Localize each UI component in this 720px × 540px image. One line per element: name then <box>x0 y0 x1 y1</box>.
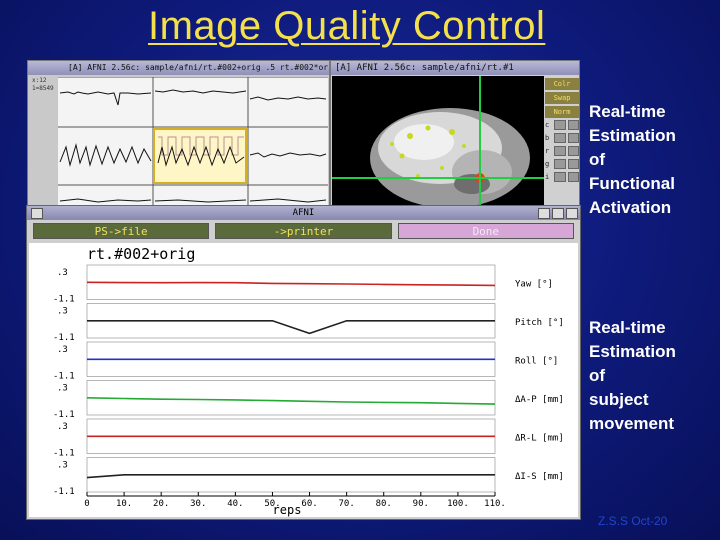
control-i[interactable]: i <box>545 172 579 182</box>
x-tick-label: 80. <box>376 499 392 509</box>
y-tick-top: .3 <box>57 307 68 317</box>
x-tick-label: 70. <box>339 499 355 509</box>
y-tick-top: .3 <box>57 384 68 394</box>
control-b-label: b <box>545 134 550 142</box>
image-side-controls: Colr Swap Norm c b r g i <box>545 78 579 185</box>
side-text-line: of <box>589 150 606 169</box>
ps-to-file-button[interactable]: PS->file <box>33 223 210 239</box>
arrow-down-icon[interactable] <box>554 133 566 143</box>
side-text-line: subject <box>589 390 649 409</box>
control-c-label: c <box>545 121 550 129</box>
motion-plot-area: rt.#002+orig .3 -1.1 Yaw [°] .3 -1.1 Pitch [°… <box>29 243 578 517</box>
y-tick-top: .3 <box>57 268 68 278</box>
control-r-label: r <box>545 147 550 155</box>
side-text-movement: Real-time Estimation of subject movement <box>589 316 676 436</box>
side-text-line: of <box>589 366 606 385</box>
graph-labels: x:12 1=8549 <box>32 77 54 93</box>
side-text-line: Real-time <box>589 102 666 121</box>
series-label: ΔR-L [mm] <box>515 433 564 443</box>
control-g-label: g <box>545 160 550 168</box>
x-tick-label: 60. <box>301 499 317 509</box>
slide-title: Image Quality Control <box>148 4 546 48</box>
motion-plot: rt.#002+orig .3 -1.1 Yaw [°] .3 -1.1 Pitch [°… <box>53 245 564 517</box>
y-tick-bottom: -1.1 <box>53 333 75 343</box>
plot-dataset-label: rt.#002+orig <box>87 245 195 263</box>
arrow-down-icon[interactable] <box>554 146 566 156</box>
graph-label-0: x:12 <box>32 77 47 84</box>
y-tick-bottom: -1.1 <box>53 372 75 382</box>
motion-series-line <box>86 474 495 479</box>
afni-window-title: AFNI <box>292 208 315 218</box>
series-label: ΔI-S [mm] <box>515 472 564 482</box>
image-window-titlebar[interactable]: [A] AFNI 2.56c: sample/afni/rt.#1 <box>331 61 579 75</box>
series-label: Yaw [°] <box>515 279 553 289</box>
close-icon[interactable] <box>566 208 578 219</box>
y-tick-top: .3 <box>57 461 68 471</box>
y-tick-top: .3 <box>57 345 68 355</box>
arrow-up-icon[interactable] <box>567 172 579 182</box>
norm-button[interactable]: Norm <box>545 106 579 118</box>
graph-window: [A] AFNI 2.56c: sample/afni/rt.#002+orig… <box>27 60 330 210</box>
x-tick-label: 40. <box>227 499 243 509</box>
minimize-icon[interactable] <box>538 208 550 219</box>
colr-button[interactable]: Colr <box>545 78 579 90</box>
x-tick-label: 30. <box>190 499 206 509</box>
voxel-timeseries-grid[interactable] <box>58 77 328 210</box>
brain-image-viewer[interactable] <box>332 76 544 215</box>
afni-button-row: PS->file ->printer Done <box>33 223 574 239</box>
side-text-line: Functional <box>589 174 675 193</box>
arrow-up-icon[interactable] <box>567 133 579 143</box>
side-text-line: Estimation <box>589 342 676 361</box>
control-c[interactable]: c <box>545 120 579 130</box>
x-tick-label: 110. <box>484 499 506 509</box>
arrow-up-icon[interactable] <box>567 159 579 169</box>
side-text-line: Estimation <box>589 126 676 145</box>
y-tick-top: .3 <box>57 422 68 432</box>
control-g[interactable]: g <box>545 159 579 169</box>
sagittal-brain-image[interactable] <box>332 76 544 215</box>
to-printer-button[interactable]: ->printer <box>215 223 392 239</box>
control-i-label: i <box>545 173 550 181</box>
side-text-functional: Real-time Estimation of Functional Activ… <box>589 100 676 220</box>
arrow-down-icon[interactable] <box>554 172 566 182</box>
y-tick-bottom: -1.1 <box>53 410 75 420</box>
graph-window-titlebar[interactable]: [A] AFNI 2.56c: sample/afni/rt.#002+orig… <box>28 61 329 75</box>
afni-titlebar[interactable]: AFNI <box>27 206 580 220</box>
series-label: Pitch [°] <box>515 318 564 328</box>
motion-series-line <box>86 397 496 405</box>
maximize-icon[interactable] <box>552 208 564 219</box>
plot-panel-frame <box>86 380 496 416</box>
afni-plot-window: AFNI PS->file ->printer Done rt.#002+ori… <box>26 205 581 520</box>
side-text-line: movement <box>589 414 675 433</box>
arrow-down-icon[interactable] <box>554 120 566 130</box>
control-b[interactable]: b <box>545 133 579 143</box>
y-tick-bottom: -1.1 <box>53 449 75 459</box>
x-tick-label: 10. <box>116 499 132 509</box>
y-tick-bottom: -1.1 <box>53 487 75 497</box>
arrow-down-icon[interactable] <box>554 159 566 169</box>
control-r[interactable]: r <box>545 146 579 156</box>
arrow-up-icon[interactable] <box>567 120 579 130</box>
x-tick-label: 100. <box>447 499 469 509</box>
swap-button[interactable]: Swap <box>545 92 579 104</box>
y-tick-bottom: -1.1 <box>53 295 75 305</box>
side-text-line: Activation <box>589 198 672 217</box>
side-text-line: Real-time <box>589 318 666 337</box>
motion-series-line <box>86 281 496 287</box>
x-tick-label: 0 <box>84 499 89 509</box>
x-tick-label: 20. <box>153 499 169 509</box>
motion-series-line <box>87 320 495 335</box>
x-tick-label: 90. <box>413 499 429 509</box>
x-axis-label: reps <box>273 503 302 517</box>
done-button[interactable]: Done <box>397 223 574 239</box>
series-label: ΔA-P [mm] <box>515 395 564 405</box>
graph-label-1: 1=8549 <box>32 85 54 92</box>
image-window: [A] AFNI 2.56c: sample/afni/rt.#1 Colr S… <box>330 60 580 215</box>
series-label: Roll [°] <box>515 356 558 366</box>
arrow-up-icon[interactable] <box>567 146 579 156</box>
footer-credit: Z.S.S Oct-20 <box>598 514 668 528</box>
